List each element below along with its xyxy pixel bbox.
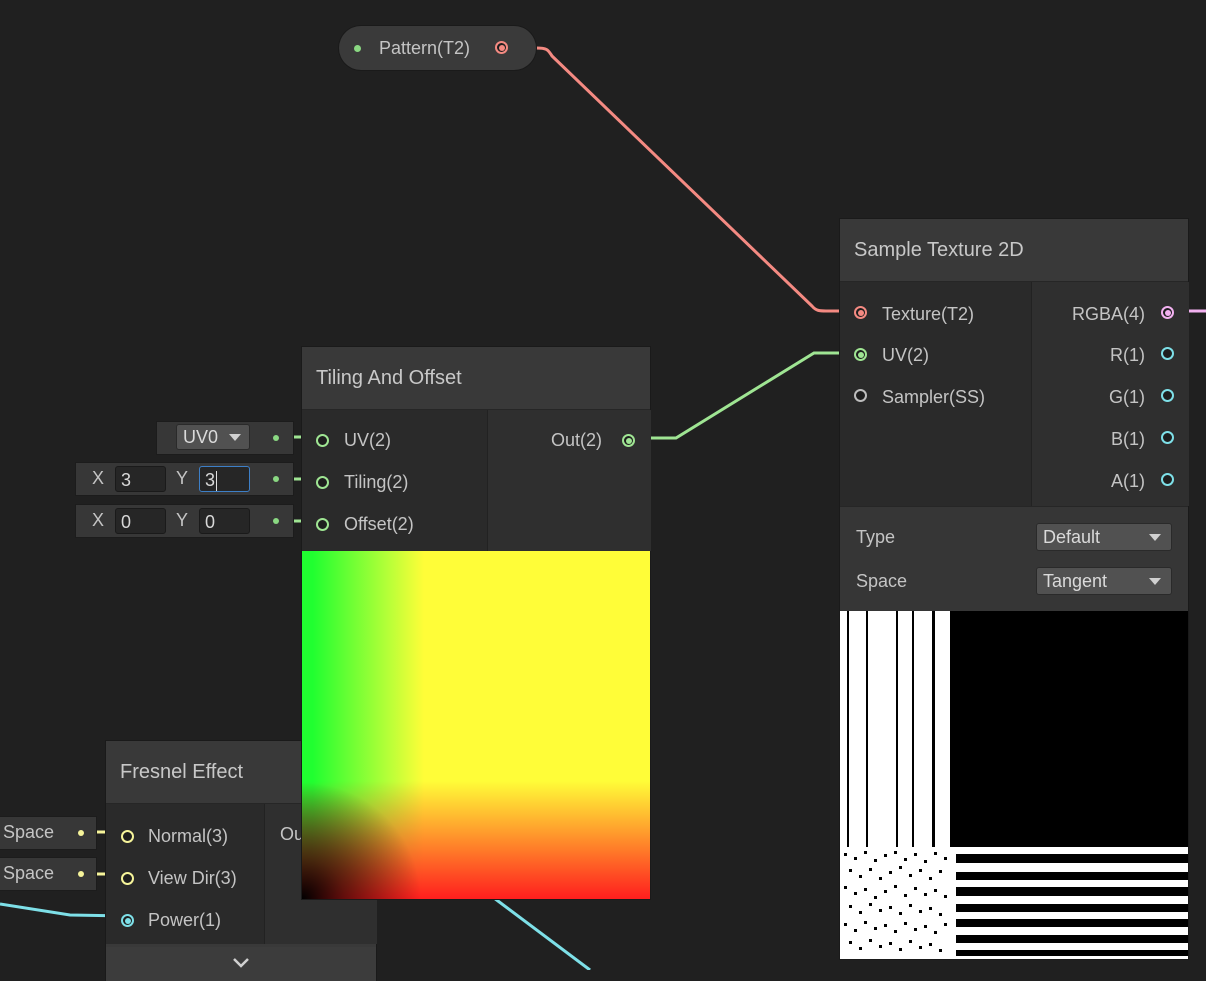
tiling-y-input[interactable]: 3 [199,466,250,492]
type-label: Type [856,527,896,547]
texture-preview [840,611,1188,959]
tiling-field-dot-icon [273,476,279,482]
viewdir-space-label: Space [3,863,55,883]
offset-y-label: Y [176,510,189,530]
sample-input-texture[interactable]: Texture(T2) [840,299,1031,329]
tiling-input-uv[interactable]: UV(2) [302,425,487,455]
tiling-output-out[interactable]: Out(2) [487,425,650,455]
sample-output-b[interactable]: B(1) [1031,424,1188,454]
pattern-property-node[interactable]: Pattern(T2) [339,26,536,70]
tiling-y-label: Y [176,468,189,488]
tiling-out-to-uv-wire [630,351,860,440]
property-label: Pattern(T2) [379,38,471,58]
uv-channel-dropdown[interactable]: UV0 [176,424,250,450]
offset-input-port[interactable] [316,518,329,531]
chevron-down-icon [233,958,249,968]
sample-output-r[interactable]: R(1) [1031,340,1188,370]
normal-space-field[interactable]: Space [0,817,96,849]
sample-input-sampler[interactable]: Sampler(SS) [840,382,1031,412]
tiling-x-label: X [92,468,105,488]
property-dot-icon [354,45,361,52]
rgba-output-label: RGBA(4) [1071,304,1145,324]
pattern-to-texture-wire [535,46,860,313]
tiling-node-title: Tiling And Offset [302,347,650,410]
normal-input-label: Normal(3) [148,826,229,846]
fresnel-input-viewdir[interactable]: View Dir(3) [106,863,264,893]
sample-node-title: Sample Texture 2D [840,219,1188,282]
space-dropdown[interactable]: Tangent [1036,567,1172,595]
uv-field-dot-icon [273,435,279,441]
offset-input-field: X 0 Y 0 [76,505,293,537]
uv-channel-value: UV0 [183,427,219,447]
sample-settings-panel: Type Default Space Tangent [840,506,1188,612]
space-label: Space [856,571,908,591]
viewdir-space-field[interactable]: Space [0,858,96,890]
b-output-port[interactable] [1161,431,1174,444]
texture-input-label: Texture(T2) [882,304,975,324]
texture-input-port[interactable] [854,306,867,319]
type-dropdown[interactable]: Default [1036,523,1172,551]
power-input-label: Power(1) [148,910,222,930]
uv-input-field: UV0 [157,422,293,454]
chevron-down-icon [229,434,241,441]
normal-input-port[interactable] [121,830,134,843]
tiling-y-value: 3 [205,470,216,490]
property-output-port[interactable] [495,41,508,54]
b-output-label: B(1) [1110,429,1145,449]
tiling-input-offset[interactable]: Offset(2) [302,509,487,539]
uv-input-port[interactable] [854,348,867,361]
r-output-port[interactable] [1161,347,1174,360]
power-input-port[interactable] [121,914,134,927]
tiling-input-label: Tiling(2) [344,472,409,492]
fresnel-collapse-bar[interactable] [106,947,376,981]
viewdir-field-dot-icon [78,871,84,877]
sampler-input-label: Sampler(SS) [882,387,986,407]
tiling-x-input[interactable]: 3 [115,466,166,492]
viewdir-input-label: View Dir(3) [148,868,237,888]
tiling-input-tiling[interactable]: Tiling(2) [302,467,487,497]
tiling-input-field: X 3 Y 3 [76,463,293,495]
out-output-label: Out(2) [551,430,603,450]
chevron-down-icon [1149,578,1161,585]
uv-input-port[interactable] [316,434,329,447]
fresnel-output-label: Ou [280,824,305,844]
text-caret [216,471,218,492]
sample-input-uv[interactable]: UV(2) [840,340,1031,370]
viewdir-input-port[interactable] [121,872,134,885]
offset-field-dot-icon [273,518,279,524]
offset-x-input[interactable]: 0 [115,508,166,534]
offset-x-label: X [92,510,105,530]
g-output-label: G(1) [1109,387,1145,407]
out-output-port[interactable] [622,434,635,447]
sample-output-rgba[interactable]: RGBA(4) [1031,299,1188,329]
sampler-input-port[interactable] [854,389,867,402]
a-output-port[interactable] [1161,473,1174,486]
rgba-output-port[interactable] [1161,306,1174,319]
offset-y-input[interactable]: 0 [199,508,250,534]
sample-output-a[interactable]: A(1) [1031,466,1188,496]
uv-input-label: UV(2) [882,345,930,365]
tiling-preview [302,551,650,899]
normal-space-label: Space [3,822,55,842]
normal-field-dot-icon [78,830,84,836]
g-output-port[interactable] [1161,389,1174,402]
tiling-input-port[interactable] [316,476,329,489]
sample-texture-2d-node[interactable]: Sample Texture 2D Texture(T2) UV(2) Samp… [840,219,1189,959]
fresnel-input-power[interactable]: Power(1) [106,905,264,935]
r-output-label: R(1) [1110,345,1145,365]
preview-dark-corner [302,781,422,899]
uv-input-label: UV(2) [344,430,392,450]
type-value: Default [1043,527,1101,547]
fresnel-input-normal[interactable]: Normal(3) [106,821,264,851]
space-value: Tangent [1043,571,1108,591]
offset-input-label: Offset(2) [344,514,414,534]
a-output-label: A(1) [1110,471,1145,491]
sample-output-g[interactable]: G(1) [1031,382,1188,412]
tiling-and-offset-node[interactable]: Tiling And Offset UV(2) Tiling(2) Offset… [302,347,651,899]
fresnel-output-wire [493,896,591,970]
chevron-down-icon [1149,534,1161,541]
